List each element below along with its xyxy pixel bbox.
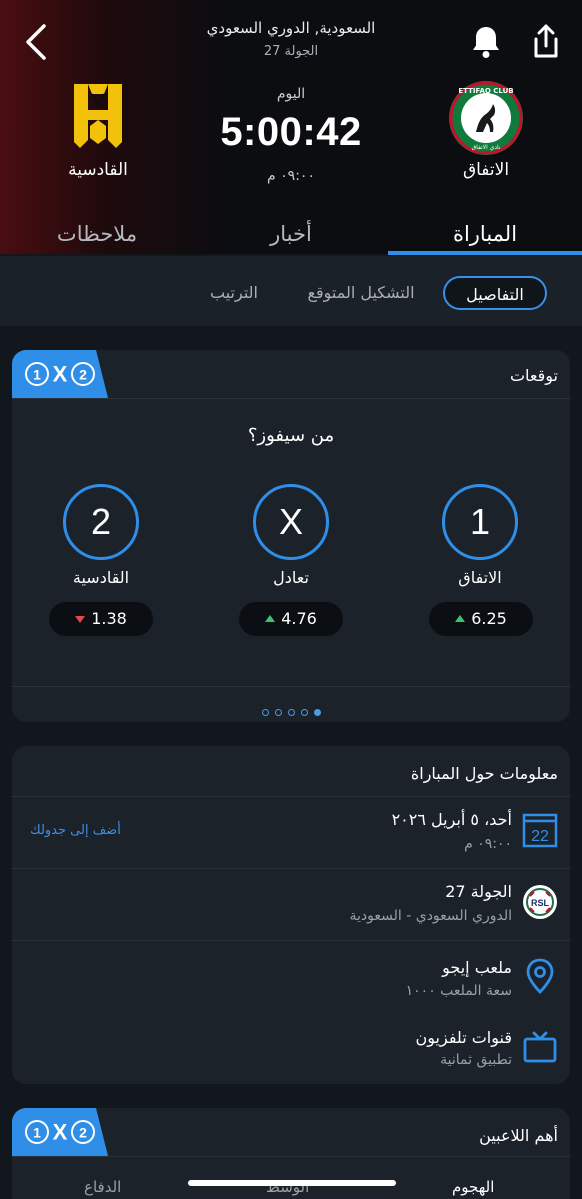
- predictions-card: 1 X 2 توقعات من سيفوز؟ 1 الاتفاق 6.25 X …: [12, 350, 570, 722]
- match-info-card: معلومات حول المباراة 22 أحد، ٥ أبريل ٢٠٢…: [12, 746, 570, 1084]
- tab-attack[interactable]: الهجوم: [452, 1178, 494, 1196]
- top-players-title: أهم اللاعبين: [479, 1126, 558, 1145]
- predict-draw-button[interactable]: X: [253, 484, 329, 560]
- odds-away[interactable]: 1.38: [49, 602, 153, 636]
- match-header: السعودية, الدوري السعودي الجولة 27 ETTIF…: [0, 0, 582, 254]
- pager-dot[interactable]: [274, 709, 282, 716]
- tab-defense[interactable]: الدفاع: [84, 1178, 121, 1196]
- predict-draw-label: تعادل: [273, 568, 309, 587]
- betting-1x2-icon[interactable]: 1 X 2: [12, 1108, 108, 1156]
- betting-1x2-icon[interactable]: 1 X 2: [12, 350, 108, 398]
- active-tab-indicator: [388, 251, 582, 255]
- home-indicator[interactable]: [188, 1180, 396, 1186]
- match-day-label: اليوم: [276, 86, 306, 102]
- match-date: أحد، ٥ أبريل ٢٠٢٦: [391, 810, 512, 829]
- location-pin-icon: [526, 958, 554, 994]
- svg-text:1: 1: [33, 1125, 41, 1141]
- home-team-name[interactable]: الاتفاق: [420, 160, 552, 180]
- svg-text:2: 2: [79, 1125, 87, 1141]
- venue-capacity: سعة الملعب ١٠٠٠: [405, 983, 512, 999]
- svg-text:2: 2: [79, 367, 87, 383]
- away-team-logo[interactable]: [70, 80, 126, 152]
- match-info-title: معلومات حول المباراة: [410, 764, 558, 783]
- home-team-logo[interactable]: ETTIFAQ CLUB نادي الاتفاق: [448, 80, 524, 156]
- trend-up-icon: [265, 615, 276, 622]
- svg-text:X: X: [53, 362, 68, 387]
- divider: [12, 1156, 570, 1157]
- match-round[interactable]: الجولة 27: [445, 882, 512, 901]
- back-icon[interactable]: [20, 22, 54, 62]
- subtab-standings[interactable]: الترتيب: [196, 276, 272, 310]
- odds-home-value: 6.25: [471, 609, 507, 628]
- round-title: الجولة 27: [263, 44, 319, 59]
- predict-away-label: القادسية: [72, 568, 130, 587]
- league-logo-icon: RSL: [523, 885, 557, 919]
- predict-away-button[interactable]: 2: [63, 484, 139, 560]
- divider: [12, 868, 570, 869]
- countdown-timer: 5:00:42: [220, 110, 362, 154]
- subtab-details[interactable]: التفاصيل: [443, 276, 547, 310]
- who-will-win-question: من سيفوز؟: [247, 425, 335, 446]
- svg-text:RSL: RSL: [531, 898, 550, 908]
- predict-home-label: الاتفاق: [458, 568, 502, 587]
- kickoff-time: ٠٩:٠٠ م: [267, 168, 315, 184]
- divider: [12, 398, 570, 399]
- svg-text:ETTIFAQ CLUB: ETTIFAQ CLUB: [458, 87, 513, 95]
- svg-text:X: X: [53, 1120, 68, 1145]
- svg-text:22: 22: [531, 828, 549, 845]
- tv-icon: [523, 1031, 557, 1063]
- divider: [12, 796, 570, 797]
- calendar-icon: 22: [522, 813, 558, 848]
- odds-draw[interactable]: 4.76: [239, 602, 343, 636]
- carousel-pager: [12, 701, 570, 720]
- predictions-title: توقعات: [509, 366, 558, 385]
- trend-up-icon: [455, 615, 466, 622]
- trend-down-icon: [75, 616, 86, 623]
- match-time: ٠٩:٠٠ م: [464, 836, 512, 852]
- venue-name[interactable]: ملعب إيجو: [442, 958, 512, 977]
- odds-away-value: 1.38: [91, 609, 127, 628]
- tv-channels-title: قنوات تلفزيون: [415, 1028, 512, 1047]
- divider: [12, 686, 570, 687]
- match-competition[interactable]: الدوري السعودي - السعودية: [350, 908, 512, 924]
- pager-dot-active[interactable]: [313, 709, 321, 716]
- pager-dot[interactable]: [261, 709, 269, 716]
- odds-home[interactable]: 6.25: [429, 602, 533, 636]
- tv-channel-name[interactable]: تطبيق ثمانية: [440, 1052, 512, 1068]
- subtab-expected-lineup[interactable]: التشكيل المتوقع: [296, 276, 426, 310]
- predict-home-button[interactable]: 1: [442, 484, 518, 560]
- pager-dot[interactable]: [300, 709, 308, 716]
- odds-draw-value: 4.76: [281, 609, 317, 628]
- away-team-name[interactable]: القادسية: [32, 160, 164, 180]
- share-icon[interactable]: [528, 22, 564, 62]
- divider: [12, 940, 570, 941]
- bell-icon[interactable]: [470, 24, 502, 60]
- tab-news[interactable]: أخبار: [194, 222, 388, 256]
- svg-text:1: 1: [33, 367, 41, 383]
- pager-dot[interactable]: [287, 709, 295, 716]
- sub-tabs: التفاصيل التشكيل المتوقع الترتيب: [0, 256, 582, 326]
- league-title[interactable]: السعودية, الدوري السعودي: [140, 19, 442, 37]
- add-to-calendar-link[interactable]: أضف إلى جدولك: [30, 823, 121, 838]
- svg-text:نادي الاتفاق: نادي الاتفاق: [471, 144, 500, 151]
- tab-notes[interactable]: ملاحظات: [0, 222, 194, 256]
